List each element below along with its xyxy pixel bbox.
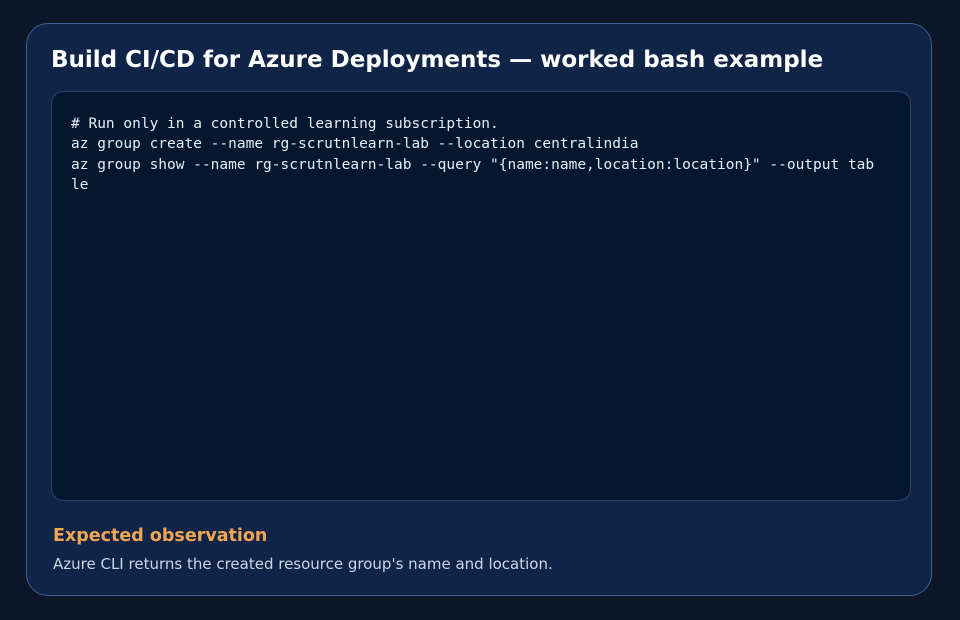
code-block[interactable]: # Run only in a controlled learning subs… [51, 91, 911, 501]
code-line-comment: # Run only in a controlled learning subs… [71, 116, 499, 132]
code-text[interactable]: # Run only in a controlled learning subs… [71, 114, 951, 195]
example-card: Build CI/CD for Azure Deployments — work… [26, 23, 932, 596]
code-line-group-create: az group create --name rg-scrutnlearn-la… [71, 136, 639, 153]
card-title: Build CI/CD for Azure Deployments — work… [51, 47, 824, 73]
code-line-group-show: az group show --name rg-scrutnlearn-lab … [71, 156, 875, 173]
code-line-wrap: le [71, 176, 89, 193]
observation-heading: Expected observation [53, 526, 268, 546]
observation-text: Azure CLI returns the created resource g… [53, 555, 553, 573]
